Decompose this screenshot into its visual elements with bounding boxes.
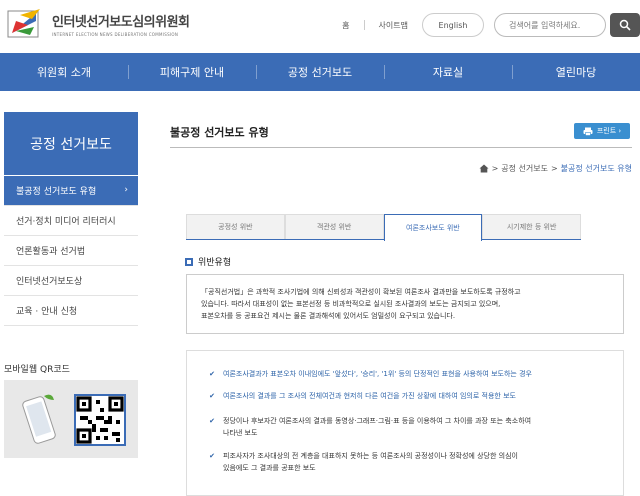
qr-banner: [4, 380, 138, 458]
breadcrumb-separator: >: [491, 164, 499, 173]
divider: [363, 20, 365, 30]
section-heading-label: 위반유형: [198, 258, 232, 268]
list-item-text: 여론조사의 결과를 그 조사의 전체여건과 현저히 다른 여건을 가진 상황에 …: [223, 392, 516, 400]
list-item: ✔ 피조사자가 조사대상의 전 계층을 대표하지 못하는 등 여론조사의 공정성…: [207, 450, 518, 474]
list-item-text: 있음에도 그 결과를 공표한 보도: [223, 464, 316, 472]
logo-subtitle: INTERNET ELECTION NEWS DELIBERATION COMM…: [52, 32, 179, 37]
list-item-text: 정당이나 후보자간 여론조사의 결과를 동영상·그래프·그림·표 등을 이용하여…: [223, 417, 532, 425]
side-nav-item-award[interactable]: 인터넷선거보도상: [4, 266, 138, 296]
check-icon: ✔: [209, 370, 215, 378]
home-link[interactable]: 홈: [342, 20, 349, 31]
breadcrumb-separator: >: [550, 164, 558, 173]
breadcrumb-item[interactable]: 공정 선거보도: [501, 163, 548, 174]
intro-text-box: 「공직선거법」은 과학적 조사기법에 의해 신뢰성과 객관성이 확보된 여론조사…: [186, 274, 624, 334]
page-title: 불공정 선거보도 유형: [170, 126, 269, 139]
side-nav-title: 공정 선거보도: [4, 112, 138, 176]
intro-line: 표본오차를 등 공표요건 제시는 물론 결과해석에 있어서도 엄밀성이 요구되고…: [201, 312, 456, 320]
gnb-item-fair-reporting[interactable]: 공정 선거보도: [256, 53, 384, 91]
logo-title: 인터넷선거보도심의위원회: [52, 15, 190, 30]
qr-title: 모바일웹 QR코드: [4, 365, 70, 375]
check-icon: ✔: [209, 392, 215, 400]
logo-emblem-icon: [6, 7, 44, 41]
site-logo[interactable]: 인터넷선거보도심의위원회 INTERNET ELECTION NEWS DELI…: [6, 6, 196, 42]
gnb-item-about[interactable]: 위원회 소개: [0, 53, 128, 91]
list-item-text: 여론조사결과가 표본오차 이내임에도 '앞섰다', '승리', '1위' 등의 …: [223, 370, 532, 378]
breadcrumb-current: 불공정 선거보도 유형: [560, 164, 632, 173]
tab-poll-reporting[interactable]: 여론조사보도 위반: [383, 214, 483, 241]
violation-tabs: 공정성 위반 객관성 위반 여론조사보도 위반 시기제한 등 위반: [186, 214, 581, 241]
main-navigation: 위원회 소개 피해구제 안내 공정 선거보도 자료실 열린마당: [0, 53, 640, 91]
search-input[interactable]: 검색어를 입력하세요.: [494, 13, 606, 37]
search-button[interactable]: [610, 13, 640, 37]
chevron-right-icon: ›: [124, 185, 128, 195]
title-divider: [170, 147, 632, 148]
side-nav-item-media-literacy[interactable]: 선거·정치 미디어 리터러시: [4, 206, 138, 236]
english-button[interactable]: English: [422, 13, 484, 37]
qr-code-icon: [74, 394, 126, 446]
gnb-item-relief[interactable]: 피해구제 안내: [128, 53, 256, 91]
site-header: 인터넷선거보도심의위원회 INTERNET ELECTION NEWS DELI…: [0, 0, 640, 52]
intro-line: 「공직선거법」은 과학적 조사기법에 의해 신뢰성과 객관성이 확보된 여론조사…: [201, 288, 521, 296]
violation-list: ✔ 여론조사결과가 표본오차 이내임에도 '앞섰다', '승리', '1위' 등…: [186, 350, 624, 496]
side-nav-item-unfair-types[interactable]: 불공정 선거보도 유형 ›: [4, 176, 138, 206]
list-item: ✔ 정당이나 후보자간 여론조사의 결과를 동영상·그래프·그림·표 등을 이용…: [207, 415, 531, 439]
tab-fairness[interactable]: 공정성 위반: [186, 214, 285, 239]
check-icon: ✔: [209, 452, 215, 460]
list-item: ✔ 여론조사결과가 표본오차 이내임에도 '앞섰다', '승리', '1위' 등…: [207, 368, 532, 380]
utility-bar: 홈 사이트맵 English 검색어를 입력하세요.: [342, 12, 640, 38]
tab-timing[interactable]: 시기제한 등 위반: [482, 214, 581, 239]
print-button[interactable]: 프린트 ›: [574, 123, 630, 139]
intro-line: 있습니다. 따라서 대표성이 없는 표본선정 등 비과학적으로 실시된 조사결과…: [201, 300, 501, 308]
gnb-item-archive[interactable]: 자료실: [384, 53, 512, 91]
breadcrumb: > 공정 선거보도 > 불공정 선거보도 유형: [479, 163, 632, 174]
sitemap-link[interactable]: 사이트맵: [379, 20, 408, 31]
gnb-item-open-forum[interactable]: 열린마당: [512, 53, 640, 91]
search-icon: [619, 19, 631, 31]
section-heading: 위반유형: [185, 255, 231, 268]
square-bullet-icon: [185, 257, 193, 266]
list-item-text: 나타낸 보도: [223, 429, 258, 437]
list-item: ✔ 여론조사의 결과를 그 조사의 전체여건과 현저히 다른 여건을 가진 상황…: [207, 390, 516, 402]
home-icon[interactable]: [479, 164, 489, 173]
side-nav-item-election-law[interactable]: 언론활동과 선거법: [4, 236, 138, 266]
smartphone-icon: [22, 394, 56, 444]
side-nav-item-label: 불공정 선거보도 유형: [16, 187, 97, 197]
printer-icon: [583, 127, 593, 136]
side-nav-item-education[interactable]: 교육 · 안내 신청: [4, 296, 138, 326]
side-navigation: 공정 선거보도 불공정 선거보도 유형 › 선거·정치 미디어 리터러시 언론활…: [4, 112, 138, 326]
list-item-text: 피조사자가 조사대상의 전 계층을 대표하지 못하는 등 여론조사의 공정성이나…: [223, 452, 518, 460]
tab-objectivity[interactable]: 객관성 위반: [284, 214, 384, 239]
check-icon: ✔: [209, 417, 215, 425]
print-label: 프린트 ›: [596, 127, 622, 135]
